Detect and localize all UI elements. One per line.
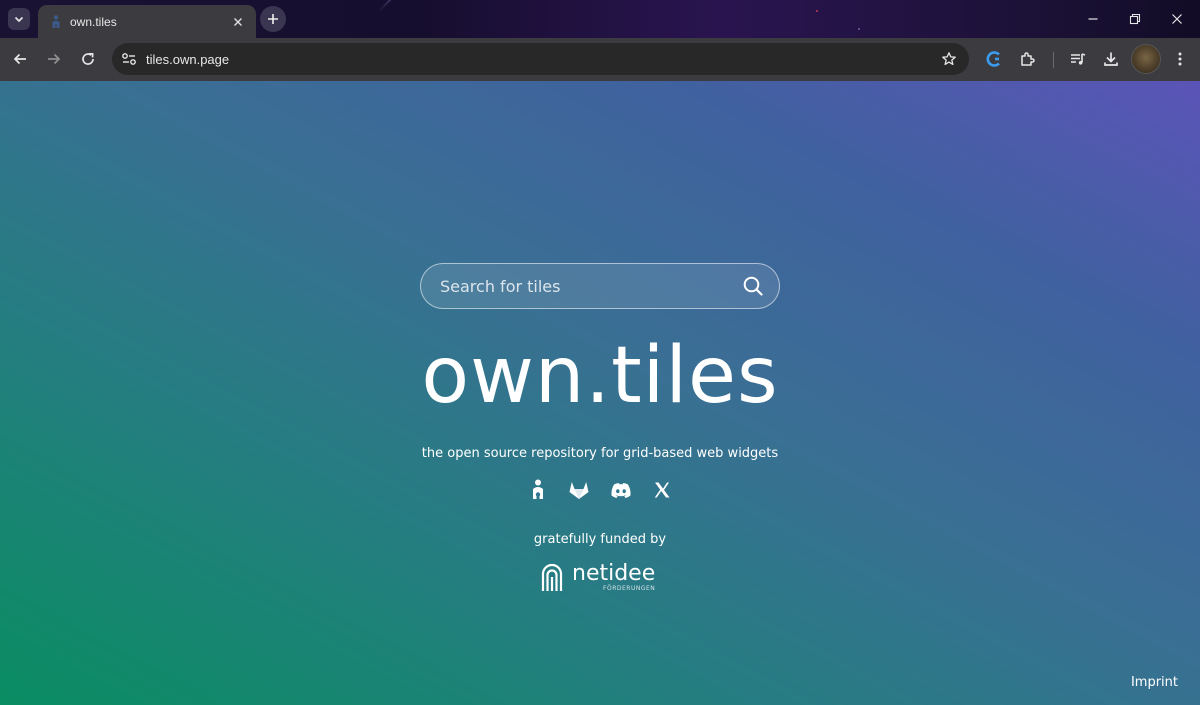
chevron-down-icon xyxy=(14,16,24,23)
search-box[interactable] xyxy=(420,263,780,309)
bookmark-star-icon[interactable] xyxy=(939,49,959,69)
social-links xyxy=(526,478,674,502)
extensions-button[interactable] xyxy=(1014,45,1042,73)
extension-c-button[interactable] xyxy=(980,45,1008,73)
plus-icon xyxy=(268,14,278,24)
close-window-button[interactable] xyxy=(1156,0,1198,38)
netidee-logo[interactable]: netidee FÖRDERUNGEN xyxy=(539,561,669,597)
opencollective-icon[interactable] xyxy=(526,478,550,502)
browser-toolbar: tiles.own.page xyxy=(0,38,1200,81)
own-tiles-favicon-icon xyxy=(48,14,64,30)
funded-by-label: gratefully funded by xyxy=(533,532,667,547)
background-star xyxy=(858,28,860,30)
search-input[interactable] xyxy=(440,276,741,296)
tab-search-button[interactable] xyxy=(8,8,30,30)
forward-button[interactable] xyxy=(40,45,68,73)
extension-c-icon xyxy=(986,51,1000,67)
reload-icon xyxy=(82,52,94,65)
background-streak xyxy=(378,0,412,12)
search-icon[interactable] xyxy=(741,274,765,298)
tab-title: own.tiles xyxy=(70,14,117,29)
netidee-mark-icon xyxy=(541,563,563,591)
menu-button[interactable] xyxy=(1166,45,1194,73)
arrow-right-icon xyxy=(48,53,61,65)
active-tab[interactable]: own.tiles xyxy=(38,5,256,38)
minimize-button[interactable] xyxy=(1072,0,1114,38)
restore-icon xyxy=(1129,13,1141,25)
sponsor-name: netidee xyxy=(572,561,656,586)
close-icon xyxy=(1172,14,1182,24)
x-icon[interactable] xyxy=(650,478,674,502)
gitlab-icon[interactable] xyxy=(567,478,591,502)
minimize-icon xyxy=(1088,18,1098,20)
restore-button[interactable] xyxy=(1114,0,1156,38)
arrow-left-icon xyxy=(13,53,26,65)
discord-icon[interactable] xyxy=(609,478,633,502)
queue-music-icon xyxy=(1071,53,1086,65)
profile-avatar[interactable] xyxy=(1131,44,1161,74)
url-text: tiles.own.page xyxy=(146,51,230,67)
site-info-icon[interactable] xyxy=(112,43,146,75)
toolbar-divider xyxy=(1053,52,1054,68)
hero-title: own.tiles xyxy=(421,331,779,421)
page-content: own.tiles the open source repository for… xyxy=(0,81,1200,705)
media-controls-button[interactable] xyxy=(1064,45,1092,73)
tagline: the open source repository for grid-base… xyxy=(421,446,779,461)
download-icon xyxy=(1104,52,1118,66)
tab-close-icon[interactable] xyxy=(230,14,246,30)
back-button[interactable] xyxy=(6,45,34,73)
puzzle-icon xyxy=(1021,52,1035,66)
more-vert-icon xyxy=(1178,52,1182,66)
tab-strip: own.tiles xyxy=(0,0,1200,38)
downloads-button[interactable] xyxy=(1097,45,1125,73)
background-star xyxy=(816,10,818,12)
reload-button[interactable] xyxy=(74,45,102,73)
address-bar[interactable]: tiles.own.page xyxy=(112,43,969,75)
new-tab-button[interactable] xyxy=(260,6,286,32)
imprint-link[interactable]: Imprint xyxy=(1131,675,1178,690)
sponsor-subtitle: FÖRDERUNGEN xyxy=(603,585,656,592)
